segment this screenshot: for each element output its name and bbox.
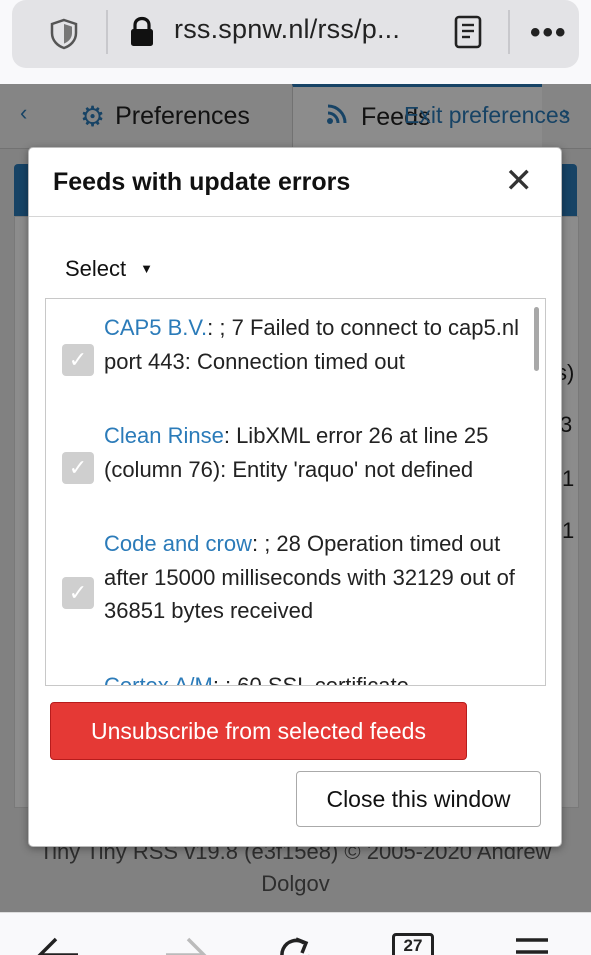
dialog-title: Feeds with update errors [53, 168, 351, 196]
feed-link[interactable]: Clean Rinse [104, 423, 224, 448]
forward-arrow-icon[interactable] [164, 935, 210, 955]
list-item: ✓ Clean Rinse: LibXML error 26 at line 2… [46, 419, 526, 527]
checkbox[interactable]: ✓ [62, 452, 94, 484]
browser-bottom-toolbar: 27 [0, 912, 591, 955]
list-item: ✓ Code and crow: ; 28 Operation timed ou… [46, 527, 526, 663]
tabs-count-icon[interactable]: 27 [392, 933, 434, 955]
feed-link[interactable]: CAP5 B.V. [104, 315, 207, 340]
error-feed-list[interactable]: ✓ CAP5 B.V.: ; 7 Failed to connect to ca… [45, 298, 546, 686]
item-text: Code and crow: ; 28 Operation timed out … [104, 527, 524, 628]
reload-icon[interactable] [274, 933, 318, 955]
select-label: Select [65, 256, 127, 281]
unsubscribe-button[interactable]: Unsubscribe from selected feeds [50, 702, 467, 760]
item-text: Cortex A/M: ; 60 SSL certificate [104, 669, 524, 686]
menu-icon[interactable] [514, 937, 550, 955]
item-text: CAP5 B.V.: ; 7 Failed to connect to cap5… [104, 311, 524, 378]
dialog-header: Feeds with update errors ✕ [29, 148, 561, 217]
feed-link[interactable]: Cortex A/M [104, 673, 213, 685]
url-text[interactable]: rss.spnw.nl/rss/p... [174, 14, 400, 45]
browser-toolbar: rss.spnw.nl/rss/p... ••• [0, 0, 591, 84]
caret-down-icon: ▼ [140, 261, 154, 276]
list-item: Cortex A/M: ; 60 SSL certificate [46, 669, 526, 686]
more-icon[interactable]: ••• [530, 16, 568, 50]
item-text: Clean Rinse: LibXML error 26 at line 25 … [104, 419, 524, 486]
back-arrow-icon[interactable] [34, 935, 80, 955]
reader-view-icon[interactable] [452, 14, 484, 50]
update-errors-dialog: Feeds with update errors ✕ Select ▼ ✓ CAP… [28, 147, 562, 847]
feed-error: : ; 60 SSL certificate [212, 673, 409, 686]
lock-icon[interactable] [128, 16, 156, 48]
tabs-count: 27 [403, 936, 423, 955]
close-window-button[interactable]: Close this window [296, 771, 541, 827]
toolbar-divider [106, 10, 108, 54]
shield-icon[interactable] [47, 17, 81, 51]
checkbox[interactable]: ✓ [62, 344, 94, 376]
toolbar-divider [508, 10, 510, 54]
list-item: ✓ CAP5 B.V.: ; 7 Failed to connect to ca… [46, 311, 526, 419]
address-bar[interactable]: rss.spnw.nl/rss/p... ••• [12, 0, 579, 68]
scrollbar[interactable] [534, 307, 539, 371]
checkbox[interactable]: ✓ [62, 577, 94, 609]
feed-link[interactable]: Code and crow [104, 531, 252, 556]
close-icon[interactable]: ✕ [505, 164, 534, 198]
select-dropdown[interactable]: Select ▼ [65, 256, 153, 282]
